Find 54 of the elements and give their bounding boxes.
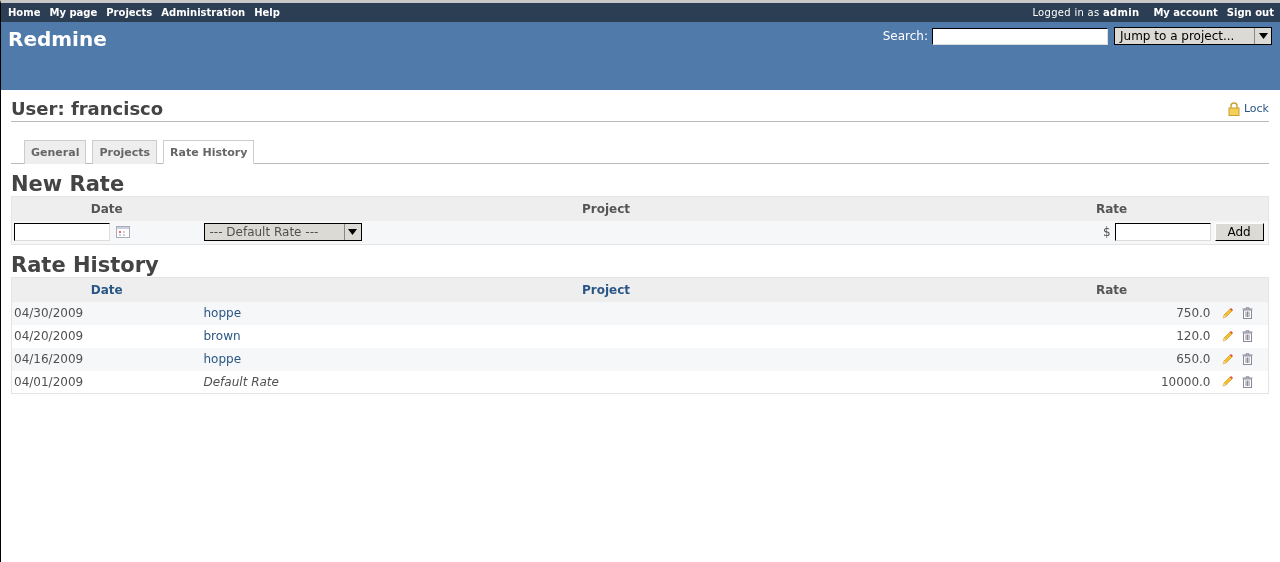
- menu-link[interactable]: My page: [49, 7, 98, 18]
- pencil-icon[interactable]: [1220, 375, 1234, 389]
- rate-value: 750.0: [1176, 306, 1211, 321]
- default-rate-label: Default Rate: [203, 374, 279, 389]
- logged-in-text: Logged in as admin: [1032, 7, 1140, 18]
- trash-icon[interactable]: [1241, 330, 1253, 343]
- project-name-link[interactable]: hoppe: [203, 352, 242, 367]
- section-heading: Rate History: [11, 253, 160, 277]
- sort-link[interactable]: Project: [581, 282, 631, 297]
- date-text: 04/30/2009: [14, 306, 84, 321]
- lock-icon: [1227, 101, 1240, 116]
- menu-link[interactable]: Help: [254, 7, 280, 18]
- site-title: Redmine: [8, 27, 107, 51]
- add-button[interactable]: Add: [1214, 223, 1264, 242]
- search-field[interactable]: [932, 27, 1108, 45]
- date-text: 04/20/2009: [14, 329, 84, 344]
- section-heading: New Rate: [11, 173, 126, 197]
- calendar-icon[interactable]: [116, 226, 130, 239]
- menu-link[interactable]: Projects: [106, 7, 153, 18]
- rate-value: 120.0: [1176, 329, 1211, 344]
- menu-link[interactable]: Administration: [161, 7, 246, 18]
- sort-link[interactable]: Date: [90, 282, 123, 297]
- trash-icon[interactable]: [1241, 353, 1253, 366]
- date-text: 04/16/2009: [14, 352, 84, 367]
- tab[interactable]: Projects: [92, 140, 157, 164]
- trash-icon[interactable]: [1241, 307, 1253, 320]
- caret-icon: [348, 229, 357, 236]
- pencil-icon[interactable]: [1220, 306, 1234, 320]
- rate-value: 10000.0: [1160, 374, 1211, 389]
- tab[interactable]: Rate History: [163, 140, 255, 164]
- rate-field[interactable]: [1114, 223, 1211, 242]
- menu-link[interactable]: My account: [1153, 7, 1218, 18]
- rate-value: 650.0: [1176, 352, 1211, 367]
- column-header: Project: [201, 196, 1011, 222]
- menu-link[interactable]: Sign out: [1226, 7, 1274, 18]
- pencil-icon[interactable]: [1220, 352, 1234, 366]
- trash-icon[interactable]: [1241, 375, 1253, 388]
- currency-label: $: [1103, 224, 1111, 239]
- caret-icon: [1258, 33, 1268, 39]
- date-field[interactable]: [14, 223, 110, 242]
- project-name-link[interactable]: brown: [203, 329, 241, 344]
- page-title: User: francisco: [11, 98, 164, 119]
- menu-link[interactable]: Home: [8, 7, 41, 18]
- project-jump-select[interactable]: Jump to a project...: [1114, 27, 1272, 45]
- lock-link[interactable]: Lock: [1227, 101, 1269, 116]
- project-select[interactable]: --- Default Rate ---: [203, 223, 362, 242]
- project-name-link[interactable]: hoppe: [203, 306, 242, 321]
- pencil-icon[interactable]: [1220, 329, 1234, 343]
- column-header: Date: [11, 196, 202, 222]
- column-header: Rate: [1010, 196, 1213, 222]
- search-label: Search:: [882, 29, 928, 43]
- tab[interactable]: General: [24, 140, 87, 164]
- column-header: Rate: [1010, 277, 1213, 302]
- date-text: 04/01/2009: [14, 374, 84, 389]
